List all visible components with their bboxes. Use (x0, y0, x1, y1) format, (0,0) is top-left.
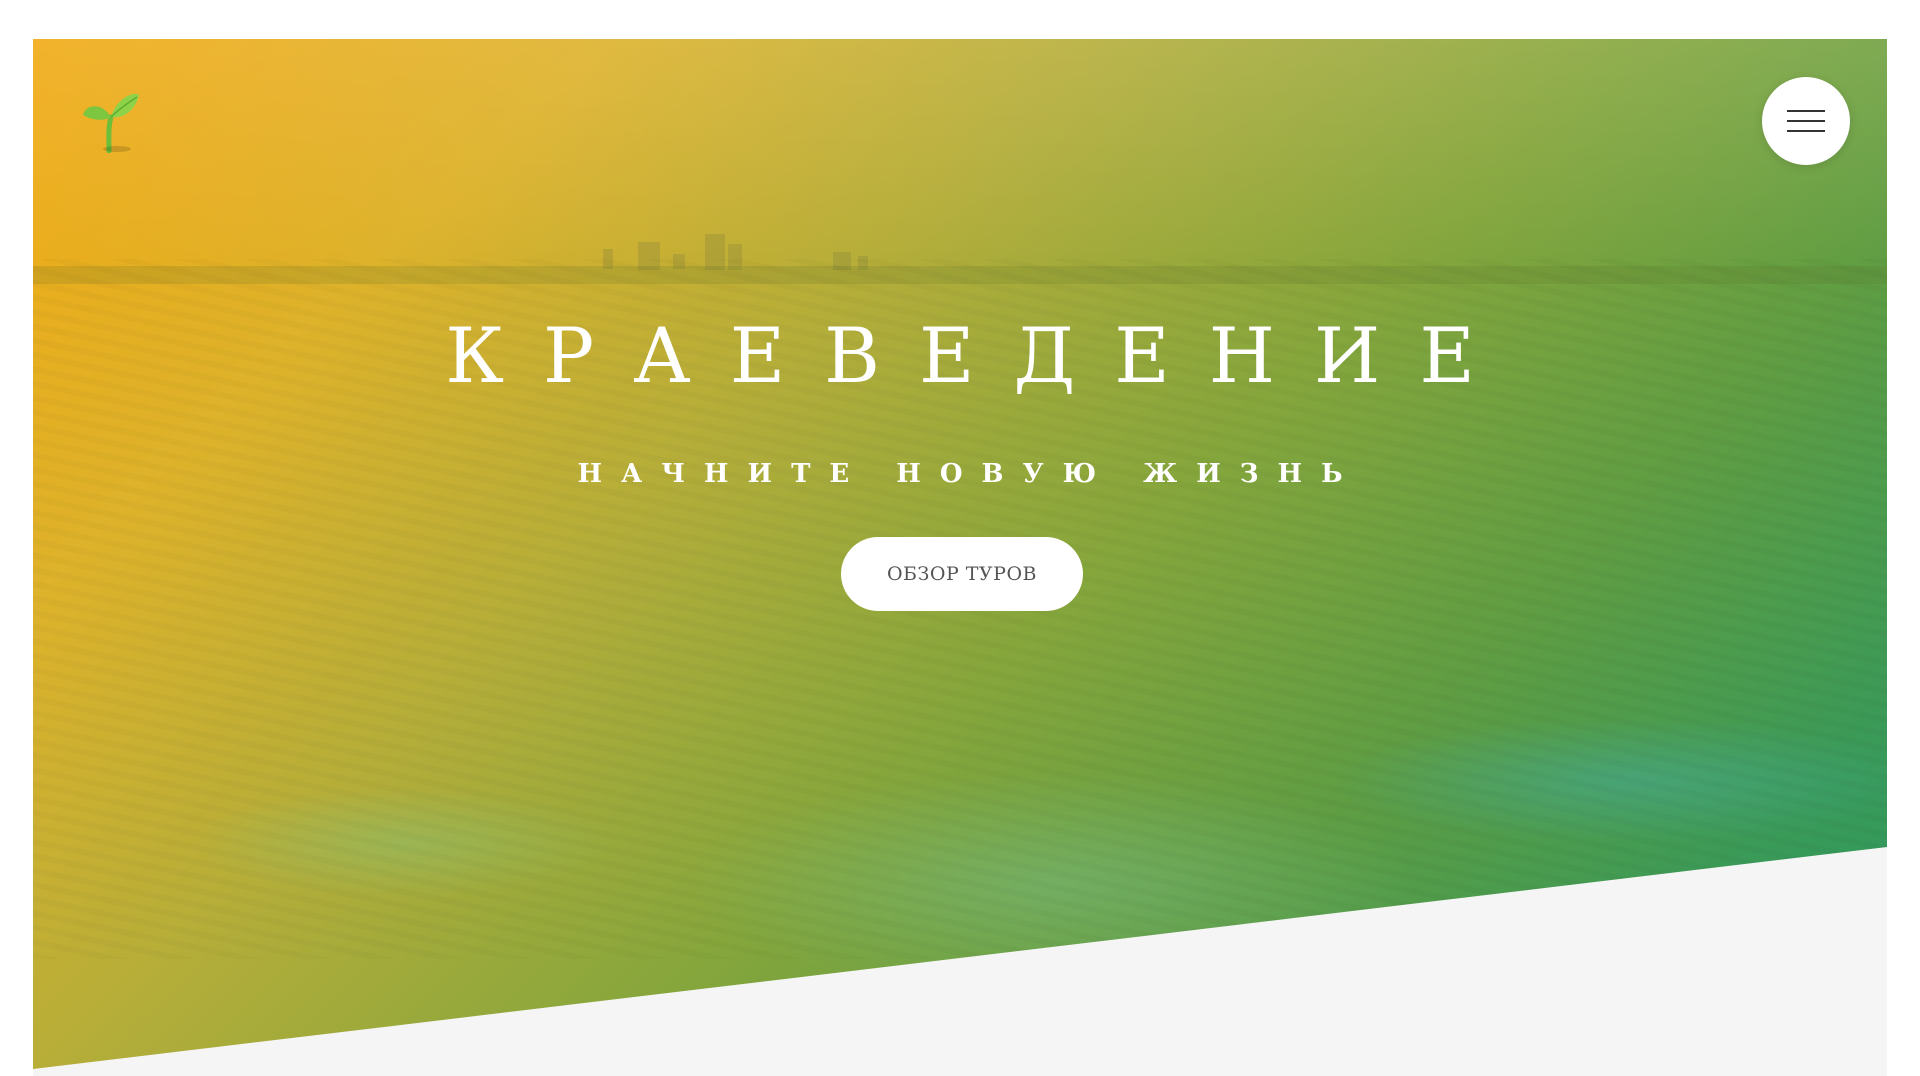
page-title: КРАЕВЕДЕНИЕ (445, 311, 1514, 400)
hamburger-menu-icon (1787, 110, 1825, 132)
sprout-logo-icon[interactable] (81, 87, 141, 153)
menu-button[interactable] (1762, 77, 1850, 165)
browse-tours-button[interactable]: ОБЗОР ТУРОВ (841, 537, 1083, 611)
hero-section: КРАЕВЕДЕНИЕ НАЧНИТЕ НОВУЮ ЖИЗНЬ ОБЗОР ТУ… (33, 39, 1887, 1069)
page-subtitle: НАЧНИТЕ НОВУЮ ЖИЗНЬ (577, 459, 1362, 489)
page-frame: КРАЕВЕДЕНИЕ НАЧНИТЕ НОВУЮ ЖИЗНЬ ОБЗОР ТУ… (33, 39, 1887, 1076)
